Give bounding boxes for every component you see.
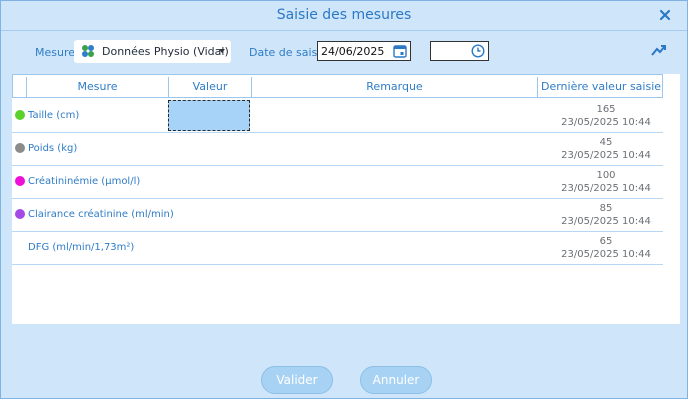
row-label: Clairance créatinine (ml/min) — [28, 209, 174, 220]
value-input[interactable] — [168, 100, 250, 131]
trend-chart-icon[interactable] — [651, 43, 667, 57]
date-value: 24/06/2025 — [321, 45, 385, 58]
source-select[interactable]: Données Physio (Vidal) — [74, 40, 231, 63]
row-label: Poids (kg) — [28, 143, 78, 154]
table-row[interactable]: Taille (cm) 165 23/05/2025 10:44 — [12, 100, 663, 133]
status-dot — [15, 143, 25, 153]
header-mesure: Mesure — [77, 80, 118, 93]
last-value: 100 23/05/2025 10:44 — [561, 170, 651, 194]
puzzle-icon — [82, 45, 94, 57]
date-label: Date de saisie — [249, 46, 328, 59]
last-value: 85 23/05/2025 10:44 — [561, 203, 651, 227]
title-bar: Saisie des mesures — [1, 1, 687, 31]
status-dot — [15, 110, 25, 120]
status-dot — [15, 209, 25, 219]
header-derniere-valeur: Dernière valeur saisie — [540, 80, 662, 93]
close-icon[interactable] — [657, 7, 673, 23]
dialog-title: Saisie des mesures — [276, 7, 412, 23]
mesure-label: Mesure — [35, 46, 76, 59]
source-select-value: Données Physio (Vidal) — [102, 45, 229, 58]
table-row[interactable]: DFG (ml/min/1,73m²) 65 23/05/2025 10:44 — [12, 232, 663, 265]
row-label: Créatininémie (µmol/l) — [28, 176, 141, 187]
clock-icon[interactable] — [471, 44, 485, 58]
row-label: DFG (ml/min/1,73m²) — [28, 242, 135, 253]
time-field[interactable] — [430, 41, 489, 61]
header-valeur: Valeur — [192, 80, 228, 93]
table-header: Mesure Valeur Remarque Dernière valeur s… — [12, 74, 663, 98]
table-row[interactable]: Créatininémie (µmol/l) 100 23/05/2025 10:… — [12, 166, 663, 199]
validate-button[interactable]: Valider — [261, 366, 333, 394]
calendar-icon[interactable] — [393, 44, 407, 58]
table-row[interactable]: Poids (kg) 45 23/05/2025 10:44 — [12, 133, 663, 166]
last-value: 165 23/05/2025 10:44 — [561, 104, 651, 128]
measures-table: Mesure Valeur Remarque Dernière valeur s… — [12, 74, 680, 324]
date-field[interactable]: 24/06/2025 — [317, 41, 411, 61]
status-dot — [15, 176, 25, 186]
row-label: Taille (cm) — [28, 110, 80, 121]
last-value: 65 23/05/2025 10:44 — [561, 236, 651, 260]
measures-dialog: Saisie des mesures Mesure Données Physio… — [0, 0, 688, 399]
table-row[interactable]: Clairance créatinine (ml/min) 85 23/05/20… — [12, 199, 663, 232]
last-value: 45 23/05/2025 10:44 — [561, 137, 651, 161]
header-remarque: Remarque — [366, 80, 423, 93]
chevron-down-icon — [219, 49, 225, 53]
cancel-button[interactable]: Annuler — [360, 366, 432, 394]
